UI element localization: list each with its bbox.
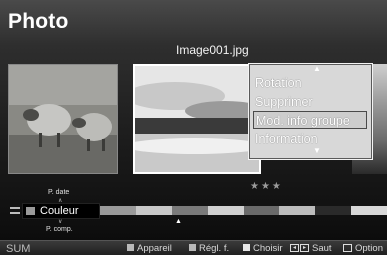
chevron-down-icon[interactable]: ∨ xyxy=(58,218,62,225)
rating-stars: ★★★ xyxy=(250,181,283,192)
menu-item-rotation[interactable]: Rotation xyxy=(253,74,367,92)
sort-option-previous[interactable]: P. date xyxy=(48,189,69,196)
seascape-photo xyxy=(135,66,259,172)
color-band-segment[interactable] xyxy=(135,206,172,215)
sum-label: SUM xyxy=(6,243,31,255)
color-band-segment[interactable] xyxy=(351,206,387,215)
sheep-photo xyxy=(9,65,117,173)
label-saut[interactable]: Saut xyxy=(312,242,332,255)
sort-option-next[interactable]: P. comp. xyxy=(46,226,73,233)
sort-selector[interactable]: Couleur xyxy=(22,203,100,219)
page-title: Photo xyxy=(8,10,69,33)
menu-item-information[interactable]: Information xyxy=(253,130,367,148)
label-appareil[interactable]: Appareil xyxy=(137,242,172,255)
menu-item-mod-info-groupe[interactable]: Mod. info groupe xyxy=(253,111,367,129)
color-band-segment[interactable] xyxy=(171,206,208,215)
sort-option-current: Couleur xyxy=(40,205,79,217)
fast-forward-icon: ▸ xyxy=(300,244,309,252)
color-sort-icon xyxy=(26,207,35,215)
label-regl[interactable]: Régl. f. xyxy=(199,242,229,255)
band-cursor-icon: ▲ xyxy=(175,218,182,225)
scroll-down-icon[interactable]: ▼ xyxy=(313,147,321,155)
strip-handle-icon xyxy=(10,207,20,214)
color-band-segment[interactable] xyxy=(315,206,352,215)
key-appareil-icon xyxy=(127,244,134,251)
photo-browser-screen: Photo Image001.jpg ★★★ ▲ Rotation Suppri… xyxy=(0,0,387,255)
color-band-segment[interactable] xyxy=(207,206,244,215)
color-band-segment[interactable] xyxy=(243,206,280,215)
tools-icon xyxy=(343,244,352,252)
color-band-segment[interactable] xyxy=(279,206,316,215)
bottom-bar: SUM Appareil Régl. f. Choisir ◂ ▸ Saut O… xyxy=(0,240,387,255)
rewind-icon: ◂ xyxy=(290,244,299,252)
label-option[interactable]: Option xyxy=(355,242,383,255)
color-band-segment[interactable] xyxy=(100,206,136,215)
label-choisir[interactable]: Choisir xyxy=(253,242,283,255)
current-filename: Image001.jpg xyxy=(176,43,249,57)
key-choisir-icon xyxy=(243,244,250,251)
scroll-up-icon[interactable]: ▲ xyxy=(313,65,321,73)
thumbnail-current[interactable] xyxy=(133,64,261,174)
menu-item-supprimer[interactable]: Supprimer xyxy=(253,93,367,111)
options-popup-menu: ▲ Rotation Supprimer Mod. info groupe In… xyxy=(248,63,373,160)
key-regl-icon xyxy=(189,244,196,251)
thumbnail-previous[interactable] xyxy=(8,64,118,174)
